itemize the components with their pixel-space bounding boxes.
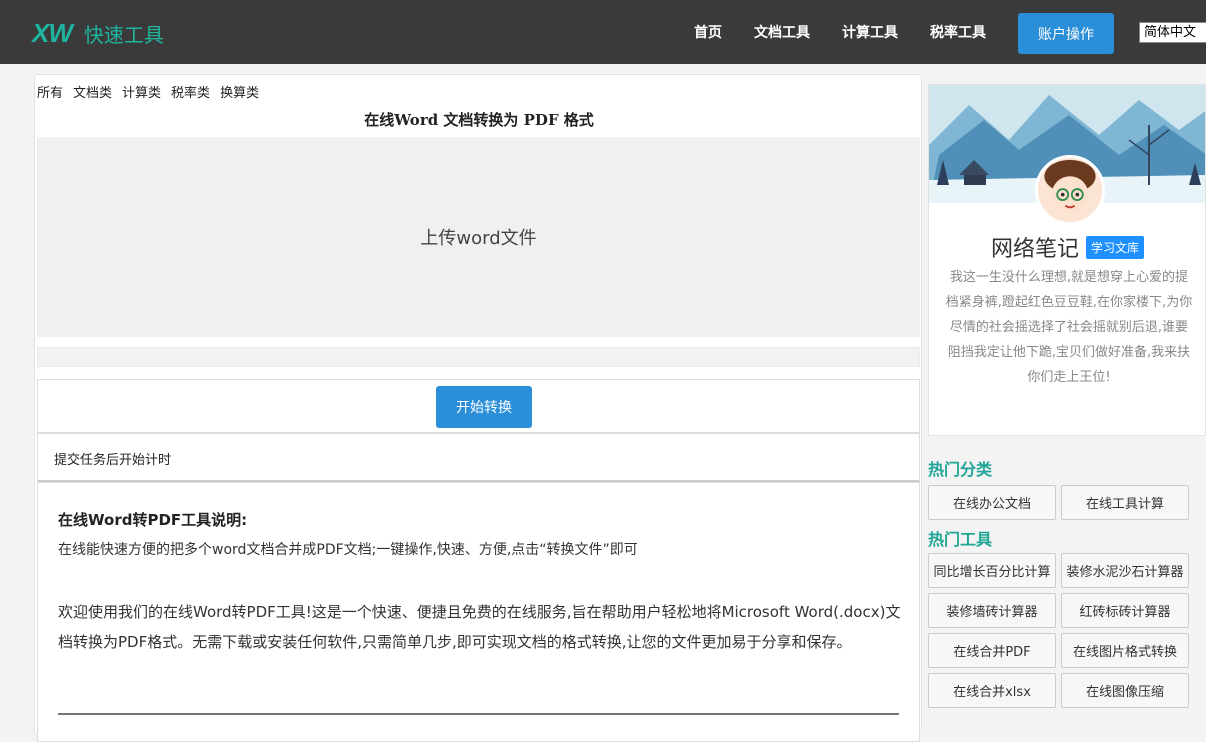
hot-tool-merge-xlsx[interactable]: 在线合并xlsx xyxy=(928,673,1056,708)
profile-card: 网络笔记 学习文库 我这一生没什么理想,就是想穿上心爱的提档紧身裤,蹬起红色豆豆… xyxy=(928,84,1206,436)
category-all[interactable]: 所有 xyxy=(37,82,63,101)
category-document[interactable]: 文档类 xyxy=(73,82,112,101)
category-calculation[interactable]: 计算类 xyxy=(122,82,161,101)
category-tax[interactable]: 税率类 xyxy=(171,82,210,101)
description-paragraph: 欢迎使用我们的在线Word转PDF工具!这是一个快速、便捷且免费的在线服务,旨在… xyxy=(58,603,901,651)
hot-tool-image-convert[interactable]: 在线图片格式转换 xyxy=(1061,633,1189,668)
profile-bio: 我这一生没什么理想,就是想穿上心爱的提档紧身裤,蹬起红色豆豆鞋,在你家楼下,为你… xyxy=(945,270,1193,385)
hot-tools-title: 热门工具 xyxy=(928,530,993,549)
nav-calculation-tools[interactable]: 计算工具 xyxy=(842,22,898,42)
tool-panel: 所有 文档类 计算类 税率类 换算类 在线Word 文档转换为 PDF 格式 上… xyxy=(34,74,922,742)
category-conversion[interactable]: 换算类 xyxy=(220,82,259,101)
site-logo[interactable]: XW 快速工具 xyxy=(32,18,164,49)
hot-category-office-docs[interactable]: 在线办公文档 xyxy=(928,485,1056,520)
nav-document-tools[interactable]: 文档工具 xyxy=(754,22,810,42)
avatar-illustration xyxy=(1038,158,1102,222)
profile-badge[interactable]: 学习文库 xyxy=(1086,236,1145,259)
top-navbar: XW 快速工具 首页 文档工具 计算工具 税率工具 账户操作 简体中文 xyxy=(0,0,1206,64)
logo-mark: XW xyxy=(32,18,73,48)
progress-area xyxy=(37,347,920,367)
logo-text: 快速工具 xyxy=(83,23,164,47)
description-section: 在线Word转PDF工具说明: 在线能快速方便的把多个word文档合并成PDF文… xyxy=(37,482,920,742)
description-heading: 在线Word转PDF工具说明: xyxy=(58,511,248,529)
timer-text: 提交任务后开始计时 xyxy=(54,453,172,468)
hot-tool-yoy-growth[interactable]: 同比增长百分比计算 xyxy=(928,553,1056,588)
upload-label: 上传word文件 xyxy=(420,228,537,249)
language-select-value: 简体中文 xyxy=(1144,25,1197,40)
nav-home[interactable]: 首页 xyxy=(694,22,722,42)
account-button[interactable]: 账户操作 xyxy=(1018,13,1114,54)
description-summary: 在线能快速方便的把多个word文档合并成PDF文档;一键操作,快速、方便,点击“… xyxy=(58,542,638,558)
divider xyxy=(58,713,899,715)
hot-categories-title: 热门分类 xyxy=(928,460,993,479)
hot-tool-image-compress[interactable]: 在线图像压缩 xyxy=(1061,673,1189,708)
upload-dropzone[interactable]: 上传word文件 xyxy=(37,137,920,337)
profile-name: 网络笔记 xyxy=(991,237,1080,262)
timer-section: 提交任务后开始计时 xyxy=(37,433,920,482)
page-title: 在线Word 文档转换为 PDF 格式 xyxy=(364,111,594,129)
nav-tax-tools[interactable]: 税率工具 xyxy=(930,22,986,42)
language-select[interactable]: 简体中文 xyxy=(1139,22,1206,43)
hot-tool-cement-sand[interactable]: 装修水泥沙石计算器 xyxy=(1061,553,1189,588)
hot-tool-wall-tile[interactable]: 装修墙砖计算器 xyxy=(928,593,1056,628)
hot-tool-merge-pdf[interactable]: 在线合并PDF xyxy=(928,633,1056,668)
hot-category-online-calc[interactable]: 在线工具计算 xyxy=(1061,485,1189,520)
start-convert-button[interactable]: 开始转换 xyxy=(436,386,532,428)
category-filter: 所有 文档类 计算类 税率类 换算类 xyxy=(37,82,269,101)
avatar[interactable] xyxy=(1035,155,1105,225)
hot-tool-red-brick[interactable]: 红砖标砖计算器 xyxy=(1061,593,1189,628)
convert-section: 开始转换 xyxy=(37,379,920,433)
